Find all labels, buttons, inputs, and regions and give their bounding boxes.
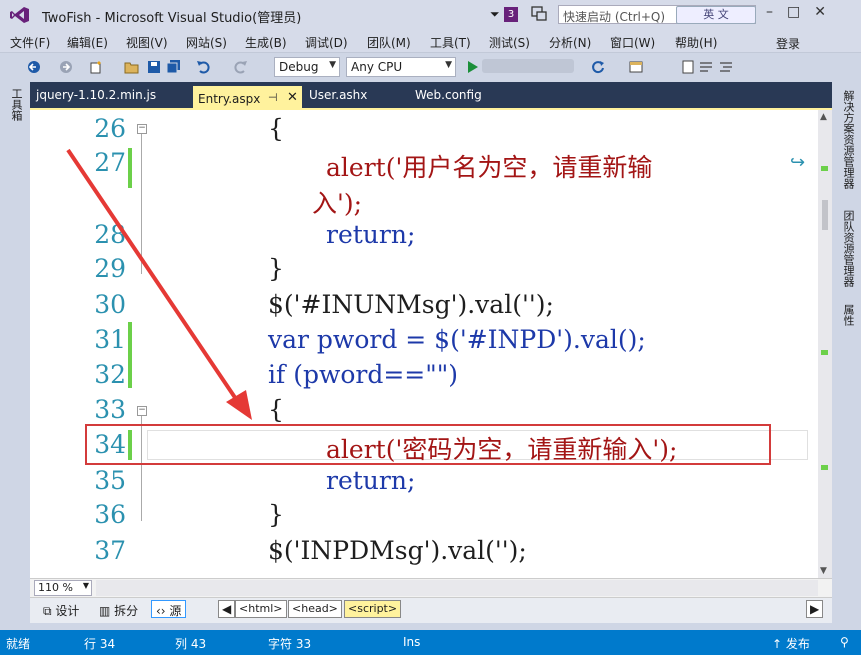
split-icon: ▥ (99, 604, 115, 618)
status-char: 字符 33 (268, 637, 312, 651)
source-icon: ‹› (156, 604, 170, 618)
tag-nav-right-icon[interactable]: ▶ (806, 600, 824, 618)
status-column: 列 43 (175, 637, 207, 651)
zoom-select[interactable]: 110 % ▼ (34, 580, 92, 596)
design-icon: ⧉ (43, 604, 56, 618)
tag-nav-left-icon[interactable]: ◀ (218, 600, 236, 618)
notifications-icon[interactable]: ⚲ (840, 635, 849, 649)
status-ready: 就绪 (6, 637, 31, 651)
design-view-button[interactable]: ⧉ 设计 (38, 600, 84, 618)
tag-script[interactable]: <script> (344, 600, 402, 618)
annotation-arrow-icon (66, 148, 252, 420)
status-insert-mode: Ins (403, 635, 421, 649)
status-bar (0, 630, 861, 655)
horizontal-scrollbar[interactable] (96, 580, 818, 596)
source-view-button[interactable]: ‹› 源 (151, 600, 187, 618)
split-view-button[interactable]: ▥ 拆分 (94, 600, 143, 618)
status-line: 行 34 (84, 637, 116, 651)
tag-html[interactable]: <html> (235, 600, 287, 618)
tag-head[interactable]: <head> (288, 600, 342, 618)
arrow-up-icon: ↑ (772, 637, 786, 651)
publish-button[interactable]: ↑ 发布 (772, 635, 810, 652)
chevron-down-icon: ▼ (82, 581, 89, 590)
